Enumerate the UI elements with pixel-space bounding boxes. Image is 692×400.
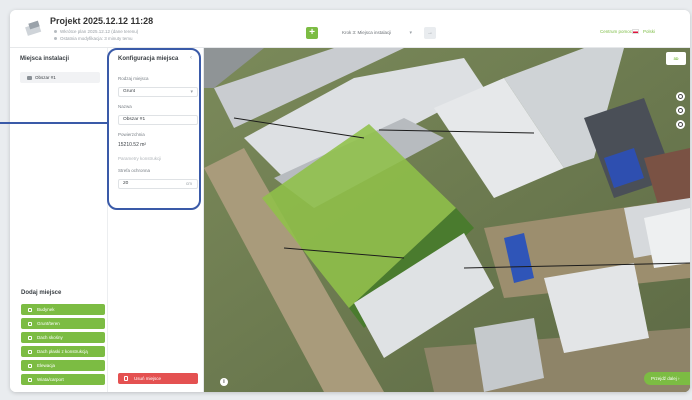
map-imagery <box>204 48 690 392</box>
locations-sidebar: Miejsca instalacji Obszar #1 Dodaj miejs… <box>10 48 108 392</box>
location-icon <box>54 30 57 34</box>
language-switch[interactable]: Polski <box>643 29 655 34</box>
ground-icon <box>28 321 32 326</box>
next-button-label: Przejdź dalej <box>651 376 677 381</box>
subtitle-text: Wkrótce plan 2025.12.12 (dane terenu) <box>60 29 139 34</box>
add-button-label: Wiata/carport <box>37 377 64 382</box>
stage-select-value: Krok 3: Miejsca instalacji <box>342 30 392 35</box>
compass-icon[interactable] <box>676 92 685 101</box>
trash-icon <box>124 376 128 381</box>
stage-select[interactable]: Krok 3: Miejsca instalacji ▾ <box>336 26 418 40</box>
project-subtitle-location: Wkrótce plan 2025.12.12 (dane terenu) <box>54 29 138 34</box>
add-ground-button[interactable]: Grunt/teren <box>21 318 105 329</box>
roof-icon <box>28 335 32 340</box>
chevron-down-icon: ▾ <box>409 30 412 36</box>
add-button-label: Elewacja <box>37 363 56 368</box>
add-flat-roof-button[interactable]: Dach płaski z konstrukcją <box>21 346 105 357</box>
add-button-label: Grunt/teren <box>37 321 60 326</box>
clock-icon <box>54 37 57 41</box>
subtitle-text: Ostatnia modyfikacja: 3 minuty temu <box>60 36 133 41</box>
ground-icon <box>27 75 32 80</box>
locations-title: Miejsca instalacji <box>20 56 70 62</box>
facade-icon <box>28 363 32 368</box>
delete-location-button[interactable]: Usuń miejsce <box>118 373 198 384</box>
add-button-label: Dach płaski z konstrukcją <box>37 349 88 354</box>
add-button-label: Budynek <box>37 307 55 312</box>
next-step-button[interactable]: → <box>424 27 436 39</box>
flag-pl-icon <box>632 29 639 34</box>
layer-toggle-button[interactable]: 3D <box>666 52 686 65</box>
info-icon[interactable]: i <box>220 378 228 386</box>
annotation-highlight-box <box>107 48 201 210</box>
location-item-label: Obszar #1 <box>35 75 56 80</box>
building-icon <box>28 307 32 312</box>
delete-button-label: Usuń miejsce <box>134 376 162 381</box>
add-location-title: Dodaj miejsce <box>21 290 62 296</box>
location-item[interactable]: Obszar #1 <box>20 72 100 83</box>
add-button-label: Dach skośny <box>37 335 63 340</box>
project-logo-icon <box>25 20 42 36</box>
add-pitched-roof-button[interactable]: Dach skośny <box>21 332 105 343</box>
add-carport-button[interactable]: Wiata/carport <box>21 374 105 385</box>
help-center-link[interactable]: Centrum pomocy <box>600 29 634 34</box>
annotation-pointer-line <box>0 122 107 124</box>
previous-step-button[interactable]: + <box>306 27 318 39</box>
top-bar: Projekt 2025.12.12 11:28 Wkrótce plan 20… <box>10 10 690 48</box>
flat-roof-icon <box>28 349 32 354</box>
add-building-button[interactable]: Budynek <box>21 304 105 315</box>
project-title[interactable]: Projekt 2025.12.12 11:28 <box>50 16 153 26</box>
zoom-out-icon[interactable] <box>676 120 685 129</box>
project-subtitle-modified: Ostatnia modyfikacja: 3 minuty temu <box>54 36 133 41</box>
zoom-in-icon[interactable] <box>676 106 685 115</box>
add-facade-button[interactable]: Elewacja <box>21 360 105 371</box>
satellite-map[interactable]: 3D i Przejdź dalej › <box>204 48 690 392</box>
carport-icon <box>28 377 32 382</box>
next-step-map-button[interactable]: Przejdź dalej › <box>644 372 690 385</box>
